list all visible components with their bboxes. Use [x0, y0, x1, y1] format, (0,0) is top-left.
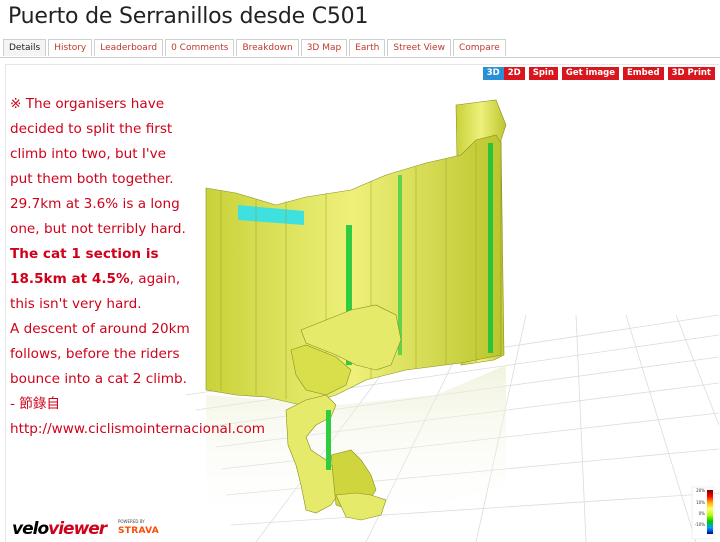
tab-earth[interactable]: Earth: [349, 39, 386, 56]
description-line-mixed: 18.5km at 4.5%, again,: [10, 267, 210, 292]
route-description: ※ The organisers have decided to split t…: [10, 92, 265, 442]
tab-bar: Details History Leaderboard 0 Comments B…: [3, 39, 508, 57]
description-highlight: 18.5km at 4.5%: [10, 271, 130, 287]
gradient-scale-legend: 20% 10% 0% -10%: [691, 488, 715, 540]
description-line: 29.7km at 3.6% is a long: [10, 196, 180, 212]
get-image-button[interactable]: Get image: [561, 67, 619, 80]
description-line: one, but not terribly hard.: [10, 221, 186, 237]
scale-label-zero: 0%: [698, 511, 705, 516]
embed-button[interactable]: Embed: [623, 67, 664, 80]
description-line: A descent of around 20km: [10, 321, 190, 337]
spin-button[interactable]: Spin: [528, 67, 558, 80]
source-label: - 節錄自: [10, 396, 61, 412]
scale-label-mid: 10%: [696, 500, 705, 505]
logo-velo: velo: [12, 519, 49, 539]
description-line: climb into two, but I've: [10, 146, 167, 162]
description-line: decided to split the first: [10, 121, 173, 137]
powered-by-label: POWERED BY: [118, 519, 145, 524]
tab-3d-map[interactable]: 3D Map: [300, 39, 348, 56]
tab-breakdown[interactable]: Breakdown: [236, 39, 299, 56]
profile-viewer[interactable]: 3D 2D Spin Get image Embed 3D Print ※ Th…: [5, 64, 719, 542]
description-line: follows, before the riders: [10, 346, 180, 362]
strava-logo: STRAVA: [118, 526, 160, 536]
view-2d-button[interactable]: 2D: [503, 67, 525, 80]
description-line: ※ The organisers have: [10, 96, 165, 112]
tab-divider: [0, 57, 720, 58]
veloviewer-logo[interactable]: veloviewer POWERED BY STRAVA: [12, 519, 172, 541]
tab-details[interactable]: Details: [3, 39, 47, 56]
description-line: this isn't very hard.: [10, 296, 142, 312]
description-line: bounce into a cat 2 climb.: [10, 371, 187, 387]
logo-viewer: viewer: [48, 519, 107, 539]
tab-leaderboard[interactable]: Leaderboard: [94, 39, 164, 56]
page-title: Puerto de Serranillos desde C501: [8, 4, 369, 29]
description-line-bold: The cat 1 section is: [10, 246, 159, 262]
scale-label-low: -10%: [694, 522, 705, 527]
source-link[interactable]: http://www.ciclismointernacional.com: [10, 417, 265, 442]
description-line: put them both together.: [10, 171, 174, 187]
tab-history[interactable]: History: [48, 39, 93, 56]
view-3d-button[interactable]: 3D: [482, 67, 504, 80]
3d-print-button[interactable]: 3D Print: [667, 67, 715, 80]
description-line-rest: , again,: [129, 271, 181, 287]
tab-comments[interactable]: 0 Comments: [165, 39, 235, 56]
tab-compare[interactable]: Compare: [452, 39, 506, 56]
tab-street-view[interactable]: Street View: [387, 39, 451, 56]
scale-label-top: 20%: [696, 488, 705, 493]
gradient-color-bar: [707, 490, 713, 534]
view-toolbar: 3D 2D Spin Get image Embed 3D Print: [482, 67, 715, 80]
